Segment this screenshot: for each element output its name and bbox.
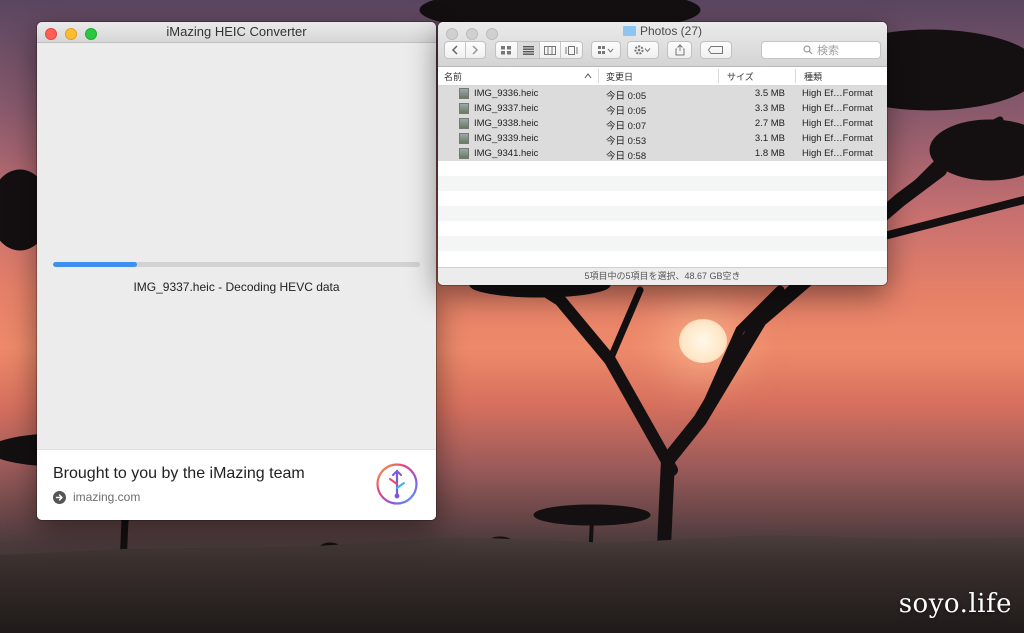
file-name: IMG_9337.heic bbox=[474, 103, 539, 114]
empty-row bbox=[438, 221, 887, 236]
file-size: 2.7 MB bbox=[754, 118, 785, 129]
finder-titlebar[interactable]: Photos (27) 検索 bbox=[438, 22, 887, 67]
back-button[interactable] bbox=[445, 42, 465, 58]
progress-bar bbox=[53, 262, 420, 267]
imazing-link-label: imazing.com bbox=[73, 490, 141, 504]
heic-file-icon bbox=[459, 88, 469, 99]
empty-row bbox=[438, 161, 887, 176]
file-kind: High Ef…Format bbox=[802, 118, 873, 129]
empty-row bbox=[438, 176, 887, 191]
file-row[interactable]: IMG_9337.heic 今日 0:05 3.3 MB High Ef…For… bbox=[438, 101, 887, 117]
group-button[interactable] bbox=[591, 41, 621, 59]
file-kind: High Ef…Format bbox=[802, 103, 873, 114]
column-kind[interactable]: 種類 bbox=[804, 70, 822, 83]
column-size[interactable]: サイズ bbox=[727, 70, 754, 83]
group-grid-icon bbox=[598, 45, 614, 54]
search-field[interactable]: 検索 bbox=[761, 41, 881, 59]
tags-button[interactable] bbox=[700, 41, 732, 59]
file-modified: 今日 0:53 bbox=[606, 136, 647, 147]
zoom-button[interactable] bbox=[85, 28, 97, 40]
file-name: IMG_9339.heic bbox=[474, 133, 539, 144]
list-view-button[interactable] bbox=[516, 42, 539, 58]
search-placeholder: 検索 bbox=[817, 45, 839, 57]
file-modified: 今日 0:05 bbox=[606, 91, 647, 102]
file-modified: 今日 0:07 bbox=[606, 121, 647, 132]
chevron-right-icon bbox=[472, 45, 479, 55]
icon-grid-icon bbox=[500, 45, 511, 54]
file-kind: High Ef…Format bbox=[802, 133, 873, 144]
action-button[interactable] bbox=[627, 41, 659, 59]
file-row[interactable]: IMG_9339.heic 今日 0:53 3.1 MB High Ef…For… bbox=[438, 131, 887, 147]
file-kind: High Ef…Format bbox=[802, 148, 873, 159]
converter-window: iMazing HEIC Converter IMG_9337.heic - D… bbox=[37, 22, 436, 520]
file-row[interactable]: IMG_9336.heic 今日 0:05 3.5 MB High Ef…For… bbox=[438, 86, 887, 102]
converter-footer: Brought to you by the iMazing team imazi… bbox=[37, 449, 436, 520]
file-modified: 今日 0:58 bbox=[606, 151, 647, 162]
share-icon bbox=[675, 44, 684, 56]
icon-view-button[interactable] bbox=[496, 42, 517, 58]
file-row[interactable]: IMG_9338.heic 今日 0:07 2.7 MB High Ef…For… bbox=[438, 116, 887, 132]
window-title: iMazing HEIC Converter bbox=[166, 24, 307, 39]
conversion-status: IMG_9337.heic - Decoding HEVC data bbox=[133, 280, 340, 294]
minimize-button[interactable] bbox=[65, 28, 77, 40]
heic-file-icon bbox=[459, 148, 469, 159]
converter-titlebar[interactable]: iMazing HEIC Converter bbox=[37, 22, 436, 43]
finder-title-label: Photos (27) bbox=[639, 24, 703, 38]
list-icon bbox=[522, 45, 534, 55]
gallery-view-button[interactable] bbox=[560, 42, 582, 58]
heic-file-icon bbox=[459, 103, 469, 114]
gallery-icon bbox=[565, 45, 578, 55]
forward-button[interactable] bbox=[464, 42, 486, 58]
columns-icon bbox=[543, 45, 556, 55]
tags-seg bbox=[701, 42, 731, 58]
column-header: 名前 変更日 サイズ 種類 bbox=[438, 67, 887, 86]
arrow-right-circle-icon bbox=[53, 490, 66, 504]
footer-headline: Brought to you by the iMazing team bbox=[53, 465, 305, 482]
gear-icon bbox=[634, 45, 651, 55]
share-button[interactable] bbox=[667, 41, 692, 59]
imazing-link[interactable]: imazing.com bbox=[53, 490, 140, 504]
empty-row bbox=[438, 191, 887, 206]
heic-file-icon bbox=[459, 133, 469, 144]
file-name: IMG_9336.heic bbox=[474, 88, 539, 99]
column-view-button[interactable] bbox=[538, 42, 561, 58]
watermark: soyo.life bbox=[898, 589, 1012, 619]
file-list: IMG_9336.heic 今日 0:05 3.5 MB High Ef…For… bbox=[438, 86, 887, 251]
nav-buttons bbox=[444, 41, 486, 59]
column-name[interactable]: 名前 bbox=[444, 70, 462, 83]
finder-status-bar: 5項目中の5項目を選択、48.67 GB空き bbox=[438, 267, 887, 285]
action-seg bbox=[628, 42, 658, 58]
file-modified: 今日 0:05 bbox=[606, 106, 647, 117]
empty-row bbox=[438, 206, 887, 221]
tag-icon bbox=[708, 46, 723, 54]
group-seg bbox=[592, 42, 620, 58]
file-kind: High Ef…Format bbox=[802, 88, 873, 99]
chevron-left-icon bbox=[451, 45, 458, 55]
file-size: 3.5 MB bbox=[754, 88, 785, 99]
converter-body: IMG_9337.heic - Decoding HEVC data bbox=[37, 43, 436, 450]
folder-icon bbox=[622, 26, 636, 36]
file-name: IMG_9338.heic bbox=[474, 118, 539, 129]
file-size: 1.8 MB bbox=[754, 148, 785, 159]
empty-row bbox=[438, 236, 887, 251]
finder-window: Photos (27) 検索 名前 変更日 サイズ 種類 IMG_9336.he… bbox=[438, 22, 887, 285]
heic-file-icon bbox=[459, 118, 469, 129]
finder-title: Photos (27) bbox=[438, 24, 887, 38]
view-switcher bbox=[495, 41, 583, 59]
imazing-logo-icon[interactable] bbox=[375, 462, 419, 506]
file-row[interactable]: IMG_9341.heic 今日 0:58 1.8 MB High Ef…For… bbox=[438, 146, 887, 162]
file-size: 3.3 MB bbox=[754, 103, 785, 114]
sort-chevron-up-icon bbox=[584, 73, 592, 79]
file-name: IMG_9341.heic bbox=[474, 148, 539, 159]
file-size: 3.1 MB bbox=[754, 133, 785, 144]
share-seg bbox=[668, 42, 691, 58]
close-button[interactable] bbox=[45, 28, 57, 40]
column-modified[interactable]: 変更日 bbox=[606, 70, 633, 83]
window-controls bbox=[45, 28, 97, 40]
progress-fill bbox=[53, 262, 138, 267]
search-icon bbox=[803, 45, 813, 55]
